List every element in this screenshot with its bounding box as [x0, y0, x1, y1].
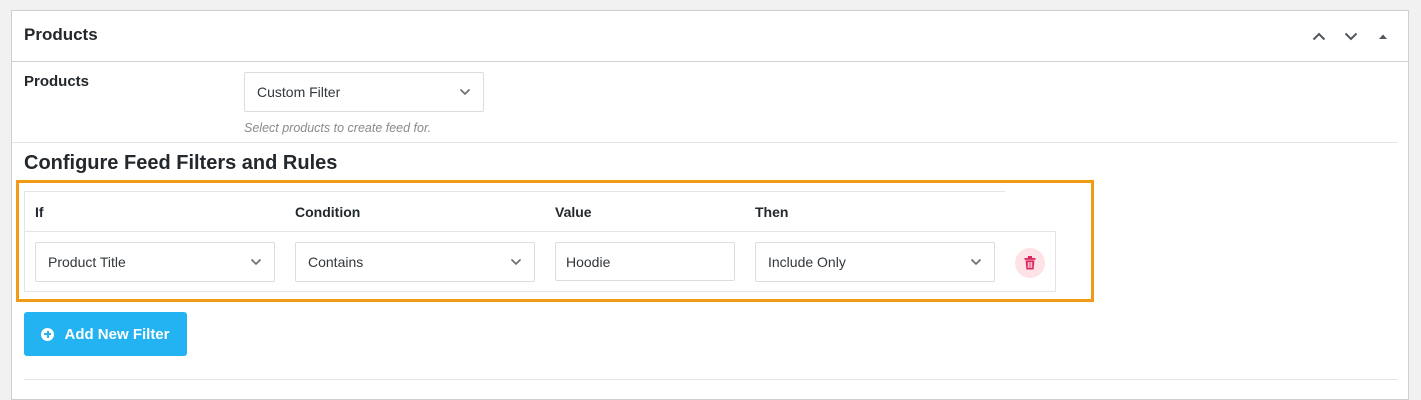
- if-select-value: Product Title: [48, 254, 126, 270]
- divider: [24, 379, 1398, 380]
- products-hint: Select products to create feed for.: [244, 121, 432, 135]
- value-input-text: Hoodie: [566, 253, 611, 270]
- header-then: Then: [755, 204, 789, 220]
- panel-actions: [1308, 25, 1394, 47]
- then-select[interactable]: Include Only: [755, 242, 995, 282]
- products-select-value: Custom Filter: [257, 84, 341, 100]
- header-value: Value: [555, 204, 592, 220]
- products-select[interactable]: Custom Filter: [244, 72, 484, 112]
- if-select[interactable]: Product Title: [35, 242, 275, 282]
- value-input[interactable]: Hoodie: [555, 242, 735, 281]
- condition-select[interactable]: Contains: [295, 242, 535, 282]
- chevron-down-icon: [250, 258, 262, 266]
- chevron-down-icon: [459, 88, 471, 96]
- panel-header: Products: [12, 11, 1408, 62]
- condition-select-value: Contains: [308, 254, 364, 270]
- products-row: Products Custom Filter Select products t…: [12, 63, 1398, 143]
- plus-circle-icon: [41, 327, 55, 341]
- chevron-down-icon: [510, 258, 522, 266]
- move-down-icon[interactable]: [1340, 25, 1362, 47]
- filters-section-title: Configure Feed Filters and Rules: [24, 152, 338, 174]
- header-condition: Condition: [295, 204, 361, 220]
- add-new-filter-label: Add New Filter: [64, 325, 170, 343]
- toggle-panel-icon[interactable]: [1372, 25, 1394, 47]
- move-up-icon[interactable]: [1308, 25, 1330, 47]
- panel-title: Products: [24, 25, 98, 44]
- table-row: Product Title Contains Hoodie Include On…: [24, 231, 1056, 292]
- products-label: Products: [24, 73, 90, 90]
- products-panel: Products Products Custom Filter Select p…: [11, 10, 1409, 400]
- chevron-down-icon: [970, 258, 982, 266]
- then-select-value: Include Only: [768, 254, 846, 270]
- header-if: If: [35, 204, 44, 220]
- add-new-filter-button[interactable]: Add New Filter: [24, 312, 187, 356]
- filter-table-header: If Condition Value Then: [24, 191, 1005, 232]
- trash-icon: [1024, 256, 1036, 270]
- delete-filter-button[interactable]: [1015, 248, 1045, 278]
- filter-table: If Condition Value Then Product Title Co…: [24, 191, 1056, 292]
